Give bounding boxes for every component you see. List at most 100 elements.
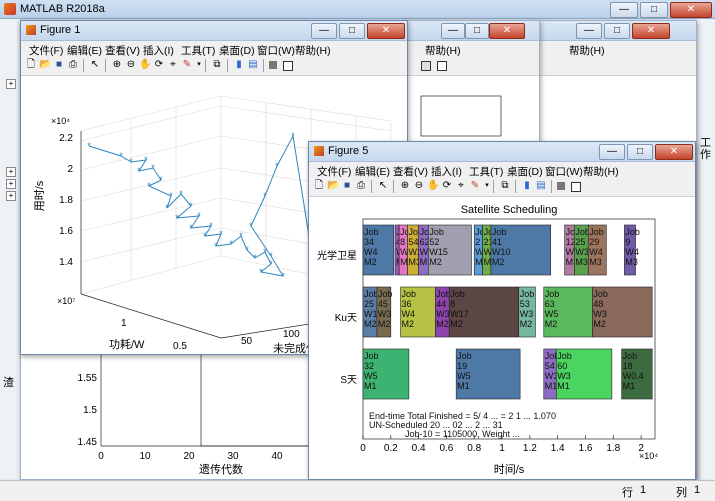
pointer-icon[interactable]: ↖ bbox=[89, 59, 101, 71]
menu-insert[interactable]: 插入(I) bbox=[143, 43, 174, 58]
gantt-job: Job63W5M2 bbox=[543, 286, 593, 338]
job-label: W4 bbox=[625, 247, 639, 257]
minimize-button[interactable]: — bbox=[610, 2, 638, 18]
save-icon[interactable]: ■ bbox=[53, 59, 65, 71]
minimize-button[interactable]: — bbox=[576, 23, 602, 39]
menu-window[interactable]: 窗口(W) bbox=[545, 164, 583, 179]
close-button[interactable]: ✕ bbox=[655, 144, 693, 160]
job-label: M3 bbox=[589, 257, 602, 267]
maximize-button[interactable]: □ bbox=[339, 23, 365, 39]
colorbar-icon[interactable]: ▮ bbox=[233, 59, 245, 71]
new-file-icon[interactable]: 🗋 bbox=[313, 180, 325, 192]
pareto-point: * bbox=[249, 221, 253, 231]
minimize-button[interactable]: — bbox=[311, 23, 337, 39]
open-folder-icon[interactable]: 📂 bbox=[327, 180, 339, 192]
close-button[interactable]: ✕ bbox=[632, 23, 670, 39]
colorbar-icon[interactable]: ▮ bbox=[521, 180, 533, 192]
close-button[interactable]: ✕ bbox=[367, 23, 405, 39]
menu-help[interactable]: 帮助(H) bbox=[295, 43, 331, 58]
minimize-button[interactable]: — bbox=[441, 23, 465, 39]
menu-file[interactable]: 文件(F) bbox=[29, 43, 63, 58]
job-label: W3 bbox=[575, 247, 589, 257]
pan-icon[interactable]: ✋ bbox=[139, 59, 151, 71]
menu-desktop[interactable]: 桌面(D) bbox=[507, 164, 543, 179]
maximize-button[interactable]: □ bbox=[465, 23, 489, 39]
close-button[interactable]: ✕ bbox=[489, 23, 525, 39]
brush-icon[interactable]: ✎ bbox=[181, 59, 193, 71]
print-icon[interactable]: ⎙ bbox=[67, 59, 79, 71]
pareto-line bbox=[88, 134, 332, 291]
minimize-button[interactable]: — bbox=[599, 144, 625, 160]
job-label: 36 bbox=[402, 299, 412, 309]
link-icon[interactable]: ⧉ bbox=[499, 180, 511, 192]
gantt-job: Job41W10M2 bbox=[490, 224, 552, 276]
save-icon[interactable]: ■ bbox=[341, 180, 353, 192]
maximize-button[interactable]: □ bbox=[640, 2, 668, 18]
menu-tools[interactable]: 工具(T) bbox=[469, 164, 503, 179]
show-tools-icon[interactable] bbox=[571, 182, 581, 192]
expand-icon[interactable]: + bbox=[6, 167, 16, 177]
legend-icon[interactable]: ▤ bbox=[247, 59, 259, 71]
rotate-icon[interactable]: ⟳ bbox=[441, 180, 453, 192]
menu-file[interactable]: 文件(F) bbox=[317, 164, 351, 179]
data-cursor-icon[interactable]: ⌖ bbox=[455, 180, 467, 192]
menu-view[interactable]: 查看(V) bbox=[105, 43, 140, 58]
menu-insert[interactable]: 插入(I) bbox=[431, 164, 462, 179]
job-label: W4 bbox=[402, 309, 416, 319]
menu-tools[interactable]: 工具(T) bbox=[181, 43, 215, 58]
data-cursor-icon[interactable]: ⌖ bbox=[167, 59, 179, 71]
job-label: Job bbox=[364, 227, 379, 237]
job-label: 41 bbox=[492, 237, 502, 247]
menu-edit[interactable]: 编辑(E) bbox=[355, 164, 390, 179]
menu-help[interactable]: 帮助(H) bbox=[425, 43, 461, 58]
job-label: W3 bbox=[593, 309, 607, 319]
right-panel-strip: 工作 bbox=[695, 19, 715, 479]
zoom-out-icon[interactable]: ⊖ bbox=[125, 59, 137, 71]
pareto-point: * bbox=[119, 151, 123, 161]
menu-help[interactable]: 帮助(H) bbox=[569, 43, 605, 58]
square-icon[interactable] bbox=[421, 61, 431, 71]
expand-icon[interactable]: + bbox=[6, 191, 16, 201]
brush-icon[interactable]: ✎ bbox=[469, 180, 481, 192]
gantt-job: Job8W17M2 bbox=[448, 286, 520, 338]
zoom-in-icon[interactable]: ⊕ bbox=[111, 59, 123, 71]
expand-icon[interactable]: + bbox=[6, 179, 16, 189]
menu-edit[interactable]: 编辑(E) bbox=[67, 43, 102, 58]
maximize-button[interactable]: □ bbox=[627, 144, 653, 160]
maximize-button[interactable]: □ bbox=[604, 23, 630, 39]
zoom-out-icon[interactable]: ⊖ bbox=[413, 180, 425, 192]
job-label: Job bbox=[593, 289, 608, 299]
hide-tools-icon[interactable] bbox=[557, 182, 565, 190]
row-label: 行 bbox=[622, 487, 633, 499]
job-label: W3 bbox=[520, 309, 534, 319]
job-label: W5 bbox=[364, 371, 378, 381]
print-icon[interactable]: ⎙ bbox=[355, 180, 367, 192]
y-exponent-label: ×10⁷ bbox=[57, 296, 76, 306]
job-label: Job bbox=[429, 227, 444, 237]
menu-desktop[interactable]: 桌面(D) bbox=[219, 43, 255, 58]
job-label: 8 bbox=[450, 299, 455, 309]
rotate-icon[interactable]: ⟳ bbox=[153, 59, 165, 71]
new-file-icon[interactable]: 🗋 bbox=[25, 59, 37, 71]
menu-window[interactable]: 窗口(W) bbox=[257, 43, 295, 58]
chevron-down-icon[interactable]: ▾ bbox=[193, 59, 205, 71]
expand-icon[interactable]: + bbox=[6, 79, 16, 89]
job-label: M2 bbox=[364, 257, 377, 267]
pointer-icon[interactable]: ↖ bbox=[377, 180, 389, 192]
menu-help[interactable]: 帮助(H) bbox=[583, 164, 619, 179]
job-label: W0.4 bbox=[623, 371, 644, 381]
grid-icon[interactable] bbox=[437, 61, 447, 71]
pan-icon[interactable]: ✋ bbox=[427, 180, 439, 192]
link-icon[interactable]: ⧉ bbox=[211, 59, 223, 71]
zoom-in-icon[interactable]: ⊕ bbox=[399, 180, 411, 192]
figure-icon bbox=[26, 25, 36, 35]
row-label: Ku天 bbox=[335, 313, 357, 324]
open-folder-icon[interactable]: 📂 bbox=[39, 59, 51, 71]
hide-tools-icon[interactable] bbox=[269, 61, 277, 69]
close-button[interactable]: ✕ bbox=[670, 2, 712, 18]
chevron-down-icon[interactable]: ▾ bbox=[481, 180, 493, 192]
show-tools-icon[interactable] bbox=[283, 61, 293, 71]
legend-icon[interactable]: ▤ bbox=[535, 180, 547, 192]
menu-view[interactable]: 查看(V) bbox=[393, 164, 428, 179]
pareto-point: * bbox=[189, 201, 193, 211]
